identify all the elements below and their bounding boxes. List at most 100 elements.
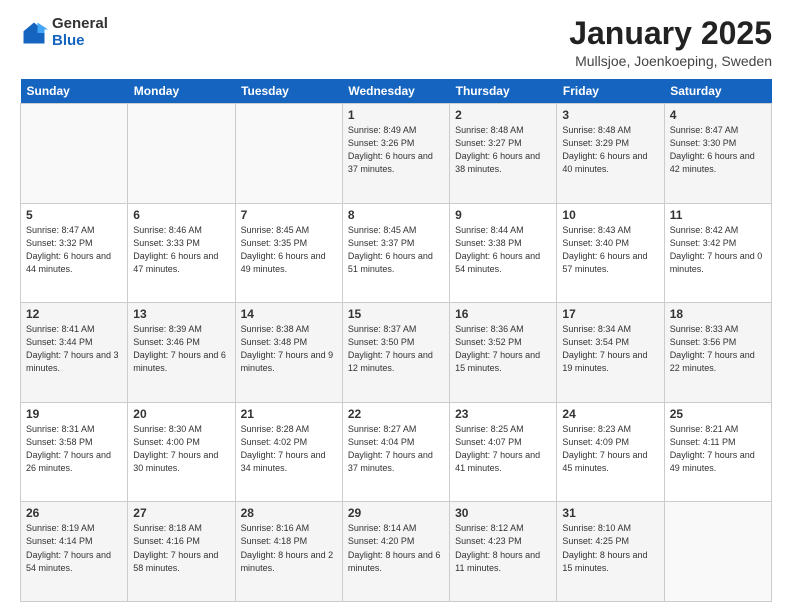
day-number: 7 bbox=[241, 208, 337, 222]
calendar-cell: 11 Sunrise: 8:42 AM Sunset: 3:42 PM Dayli… bbox=[664, 203, 771, 303]
calendar-cell: 25Sunrise: 8:21 AM Sunset: 4:11 PM Dayli… bbox=[664, 402, 771, 502]
day-number: 28 bbox=[241, 506, 337, 520]
logo-icon bbox=[20, 19, 48, 47]
day-info: Sunrise: 8:16 AM Sunset: 4:18 PM Dayligh… bbox=[241, 522, 337, 574]
logo-general-text: General bbox=[52, 16, 108, 33]
calendar-cell bbox=[128, 104, 235, 204]
calendar-cell: 27Sunrise: 8:18 AM Sunset: 4:16 PM Dayli… bbox=[128, 502, 235, 602]
day-number: 14 bbox=[241, 307, 337, 321]
day-info: Sunrise: 8:23 AM Sunset: 4:09 PM Dayligh… bbox=[562, 423, 658, 475]
day-number: 13 bbox=[133, 307, 229, 321]
day-number: 2 bbox=[455, 108, 551, 122]
day-info: Sunrise: 8:42 AM Sunset: 3:42 PM Dayligh… bbox=[670, 224, 766, 276]
calendar-cell: 23Sunrise: 8:25 AM Sunset: 4:07 PM Dayli… bbox=[450, 402, 557, 502]
day-number: 5 bbox=[26, 208, 122, 222]
calendar-table: SundayMondayTuesdayWednesdayThursdayFrid… bbox=[20, 79, 772, 602]
day-info: Sunrise: 8:41 AM Sunset: 3:44 PM Dayligh… bbox=[26, 323, 122, 375]
day-info: Sunrise: 8:27 AM Sunset: 4:04 PM Dayligh… bbox=[348, 423, 444, 475]
logo-blue-text: Blue bbox=[52, 33, 108, 50]
calendar-cell: 15 Sunrise: 8:37 AM Sunset: 3:50 PM Dayli… bbox=[342, 303, 449, 403]
calendar-cell: 30Sunrise: 8:12 AM Sunset: 4:23 PM Dayli… bbox=[450, 502, 557, 602]
week-row-3: 12 Sunrise: 8:41 AM Sunset: 3:44 PM Dayli… bbox=[21, 303, 772, 403]
day-info: Sunrise: 8:21 AM Sunset: 4:11 PM Dayligh… bbox=[670, 423, 766, 475]
day-header-sunday: Sunday bbox=[21, 79, 128, 104]
calendar-cell: 6Sunrise: 8:46 AM Sunset: 3:33 PM Daylig… bbox=[128, 203, 235, 303]
week-row-1: 1 Sunrise: 8:49 AM Sunset: 3:26 PM Daylig… bbox=[21, 104, 772, 204]
logo: General Blue bbox=[20, 16, 108, 49]
day-number: 29 bbox=[348, 506, 444, 520]
calendar-cell: 21 Sunrise: 8:28 AM Sunset: 4:02 PM Dayli… bbox=[235, 402, 342, 502]
calendar-cell: 24 Sunrise: 8:23 AM Sunset: 4:09 PM Dayli… bbox=[557, 402, 664, 502]
day-number: 8 bbox=[348, 208, 444, 222]
calendar-cell: 13Sunrise: 8:39 AM Sunset: 3:46 PM Dayli… bbox=[128, 303, 235, 403]
calendar-cell: 10 Sunrise: 8:43 AM Sunset: 3:40 PM Dayli… bbox=[557, 203, 664, 303]
calendar-cell bbox=[21, 104, 128, 204]
day-info: Sunrise: 8:48 AM Sunset: 3:27 PM Dayligh… bbox=[455, 124, 551, 176]
calendar-cell: 7Sunrise: 8:45 AM Sunset: 3:35 PM Daylig… bbox=[235, 203, 342, 303]
day-number: 27 bbox=[133, 506, 229, 520]
day-number: 10 bbox=[562, 208, 658, 222]
day-info: Sunrise: 8:36 AM Sunset: 3:52 PM Dayligh… bbox=[455, 323, 551, 375]
header-row: SundayMondayTuesdayWednesdayThursdayFrid… bbox=[21, 79, 772, 104]
calendar-cell: 20 Sunrise: 8:30 AM Sunset: 4:00 PM Dayli… bbox=[128, 402, 235, 502]
calendar-cell: 14Sunrise: 8:38 AM Sunset: 3:48 PM Dayli… bbox=[235, 303, 342, 403]
calendar-cell: 9 Sunrise: 8:44 AM Sunset: 3:38 PM Daylig… bbox=[450, 203, 557, 303]
day-header-saturday: Saturday bbox=[664, 79, 771, 104]
logo-text: General Blue bbox=[52, 16, 108, 49]
calendar-cell: 8Sunrise: 8:45 AM Sunset: 3:37 PM Daylig… bbox=[342, 203, 449, 303]
calendar-title: January 2025 bbox=[569, 16, 772, 51]
day-number: 11 bbox=[670, 208, 766, 222]
page: General Blue January 2025 Mullsjoe, Joen… bbox=[0, 0, 792, 612]
day-info: Sunrise: 8:48 AM Sunset: 3:29 PM Dayligh… bbox=[562, 124, 658, 176]
week-row-4: 19 Sunrise: 8:31 AM Sunset: 3:58 PM Dayli… bbox=[21, 402, 772, 502]
day-number: 30 bbox=[455, 506, 551, 520]
day-info: Sunrise: 8:14 AM Sunset: 4:20 PM Dayligh… bbox=[348, 522, 444, 574]
day-number: 1 bbox=[348, 108, 444, 122]
calendar-cell: 16 Sunrise: 8:36 AM Sunset: 3:52 PM Dayli… bbox=[450, 303, 557, 403]
day-number: 20 bbox=[133, 407, 229, 421]
day-header-monday: Monday bbox=[128, 79, 235, 104]
day-header-wednesday: Wednesday bbox=[342, 79, 449, 104]
day-number: 24 bbox=[562, 407, 658, 421]
calendar-cell: 26 Sunrise: 8:19 AM Sunset: 4:14 PM Dayli… bbox=[21, 502, 128, 602]
calendar-cell: 17Sunrise: 8:34 AM Sunset: 3:54 PM Dayli… bbox=[557, 303, 664, 403]
day-info: Sunrise: 8:43 AM Sunset: 3:40 PM Dayligh… bbox=[562, 224, 658, 276]
calendar-cell: 19 Sunrise: 8:31 AM Sunset: 3:58 PM Dayli… bbox=[21, 402, 128, 502]
week-row-2: 5 Sunrise: 8:47 AM Sunset: 3:32 PM Daylig… bbox=[21, 203, 772, 303]
day-info: Sunrise: 8:49 AM Sunset: 3:26 PM Dayligh… bbox=[348, 124, 444, 176]
calendar-cell: 12 Sunrise: 8:41 AM Sunset: 3:44 PM Dayli… bbox=[21, 303, 128, 403]
day-number: 26 bbox=[26, 506, 122, 520]
calendar-cell: 18Sunrise: 8:33 AM Sunset: 3:56 PM Dayli… bbox=[664, 303, 771, 403]
day-number: 19 bbox=[26, 407, 122, 421]
day-info: Sunrise: 8:10 AM Sunset: 4:25 PM Dayligh… bbox=[562, 522, 658, 574]
day-header-tuesday: Tuesday bbox=[235, 79, 342, 104]
day-number: 15 bbox=[348, 307, 444, 321]
day-header-friday: Friday bbox=[557, 79, 664, 104]
calendar-cell: 3 Sunrise: 8:48 AM Sunset: 3:29 PM Daylig… bbox=[557, 104, 664, 204]
day-header-thursday: Thursday bbox=[450, 79, 557, 104]
calendar-cell: 4Sunrise: 8:47 AM Sunset: 3:30 PM Daylig… bbox=[664, 104, 771, 204]
day-info: Sunrise: 8:31 AM Sunset: 3:58 PM Dayligh… bbox=[26, 423, 122, 475]
calendar-subtitle: Mullsjoe, Joenkoeping, Sweden bbox=[569, 53, 772, 69]
day-number: 6 bbox=[133, 208, 229, 222]
calendar-cell: 31Sunrise: 8:10 AM Sunset: 4:25 PM Dayli… bbox=[557, 502, 664, 602]
day-number: 17 bbox=[562, 307, 658, 321]
day-number: 22 bbox=[348, 407, 444, 421]
day-info: Sunrise: 8:19 AM Sunset: 4:14 PM Dayligh… bbox=[26, 522, 122, 574]
day-number: 4 bbox=[670, 108, 766, 122]
title-block: January 2025 Mullsjoe, Joenkoeping, Swed… bbox=[569, 16, 772, 69]
calendar-cell: 29 Sunrise: 8:14 AM Sunset: 4:20 PM Dayli… bbox=[342, 502, 449, 602]
day-info: Sunrise: 8:30 AM Sunset: 4:00 PM Dayligh… bbox=[133, 423, 229, 475]
day-info: Sunrise: 8:47 AM Sunset: 3:32 PM Dayligh… bbox=[26, 224, 122, 276]
day-number: 12 bbox=[26, 307, 122, 321]
day-info: Sunrise: 8:25 AM Sunset: 4:07 PM Dayligh… bbox=[455, 423, 551, 475]
day-number: 16 bbox=[455, 307, 551, 321]
day-info: Sunrise: 8:28 AM Sunset: 4:02 PM Dayligh… bbox=[241, 423, 337, 475]
day-number: 21 bbox=[241, 407, 337, 421]
day-info: Sunrise: 8:37 AM Sunset: 3:50 PM Dayligh… bbox=[348, 323, 444, 375]
calendar-cell bbox=[235, 104, 342, 204]
day-info: Sunrise: 8:44 AM Sunset: 3:38 PM Dayligh… bbox=[455, 224, 551, 276]
day-number: 9 bbox=[455, 208, 551, 222]
week-row-5: 26 Sunrise: 8:19 AM Sunset: 4:14 PM Dayli… bbox=[21, 502, 772, 602]
day-number: 3 bbox=[562, 108, 658, 122]
